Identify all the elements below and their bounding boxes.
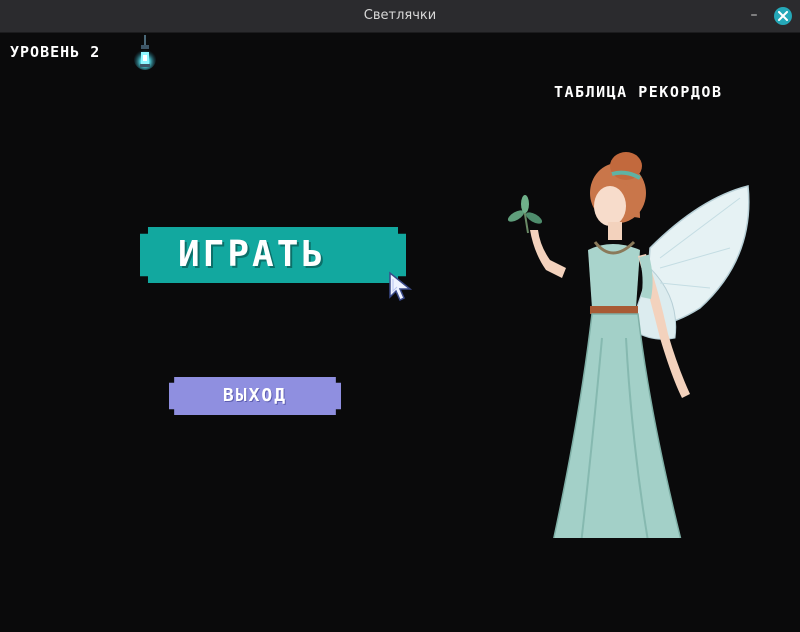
minimize-icon: –	[750, 7, 758, 23]
game-screen: УРОВЕНЬ 2 ТАБЛИЦА РЕКОРДОВ ИГРАТЬ ВЫХОД	[0, 33, 800, 632]
play-button[interactable]: ИГРАТЬ	[140, 227, 406, 283]
close-icon	[778, 11, 788, 21]
minimize-button[interactable]: –	[746, 8, 762, 24]
mouse-cursor-icon	[389, 271, 413, 302]
fairy-character-image	[507, 152, 750, 538]
play-button-label: ИГРАТЬ	[178, 234, 327, 275]
level-indicator: УРОВЕНЬ 2	[10, 43, 101, 61]
exit-button-label: ВЫХОД	[222, 385, 288, 406]
window-titlebar: Светлячки –	[0, 0, 800, 33]
records-table-link[interactable]: ТАБЛИЦА РЕКОРДОВ	[554, 83, 723, 101]
close-button[interactable]	[774, 7, 792, 25]
exit-button[interactable]: ВЫХОД	[169, 377, 341, 415]
lantern-icon	[134, 35, 156, 70]
window-title: Светлячки	[363, 8, 437, 23]
